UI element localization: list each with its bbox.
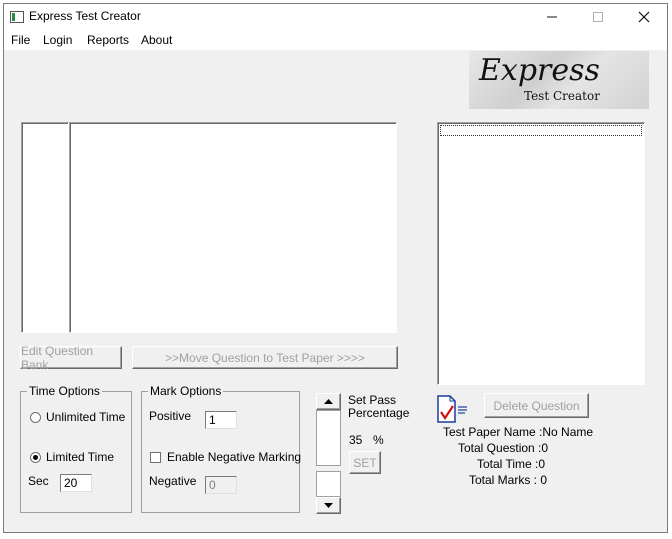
- test-paper-name: Test Paper Name :No Name: [443, 425, 594, 439]
- logo-subtitle: Test Creator: [524, 89, 600, 103]
- mark-options-legend: Mark Options: [148, 384, 224, 398]
- minimize-icon: [547, 16, 557, 18]
- close-icon: [638, 11, 650, 23]
- menu-reports[interactable]: Reports: [87, 33, 129, 47]
- positive-input[interactable]: 1: [205, 411, 237, 429]
- minimize-button[interactable]: [529, 4, 575, 30]
- positive-label: Positive: [149, 409, 192, 423]
- negative-input[interactable]: 0: [205, 476, 237, 494]
- limited-time-radio[interactable]: [30, 452, 41, 463]
- delete-question-button[interactable]: Delete Question: [484, 393, 589, 418]
- percent-symbol: %: [373, 433, 384, 447]
- set-button[interactable]: SET: [349, 451, 381, 474]
- logo-title: Express: [479, 53, 600, 88]
- arrow-down-icon: [324, 503, 333, 508]
- scroll-up-button[interactable]: [316, 393, 341, 410]
- test-paper-icon: [436, 395, 468, 423]
- negative-marking-checkbox[interactable]: [150, 452, 161, 463]
- time-options-group: Time Options Unlimited Time Limited Time…: [20, 384, 132, 513]
- app-window: Express Test Creator File Login Reports …: [3, 3, 668, 533]
- move-question-button[interactable]: >>Move Question to Test Paper >>>>: [132, 346, 398, 369]
- negative-label: Negative: [149, 474, 197, 488]
- percentage-label: Percentage: [348, 406, 410, 420]
- app-icon: [10, 11, 24, 23]
- total-time: Total Time :0: [477, 457, 546, 471]
- pass-percentage-scrollbar[interactable]: [316, 393, 341, 514]
- window-title: Express Test Creator: [29, 9, 141, 23]
- negative-marking-label: Enable Negative Marking: [167, 450, 302, 464]
- pass-value: 35: [349, 433, 363, 447]
- close-button[interactable]: [621, 4, 667, 30]
- edit-question-bank-button[interactable]: Edit Question Bank: [20, 344, 122, 372]
- unlimited-time-radio[interactable]: [30, 412, 41, 423]
- total-marks: Total Marks : 0: [469, 473, 548, 487]
- list-focus-row: [440, 125, 642, 136]
- sec-label: Sec: [28, 474, 49, 488]
- question-list[interactable]: [69, 122, 397, 333]
- unlimited-time-label: Unlimited Time: [46, 410, 126, 424]
- menu-file[interactable]: File: [11, 33, 30, 47]
- question-number-list[interactable]: [21, 122, 69, 333]
- set-pass-label: Set Pass: [348, 393, 397, 407]
- document-check-icon: [437, 395, 467, 423]
- menu-login[interactable]: Login: [43, 33, 72, 47]
- maximize-button[interactable]: [575, 4, 621, 30]
- maximize-icon: [593, 12, 603, 22]
- scroll-down-button[interactable]: [316, 497, 341, 514]
- menu-about[interactable]: About: [141, 33, 172, 47]
- test-paper-list[interactable]: [437, 122, 645, 385]
- arrow-up-icon: [324, 399, 333, 404]
- title-bar[interactable]: Express Test Creator: [4, 4, 667, 30]
- mark-options-group: Mark Options Positive 1 Enable Negative …: [141, 384, 302, 513]
- menu-bar: File Login Reports About: [4, 30, 667, 50]
- total-question: Total Question :0: [458, 441, 549, 455]
- limited-time-label: Limited Time: [46, 450, 115, 464]
- time-options-legend: Time Options: [27, 384, 102, 398]
- sec-input[interactable]: 20: [60, 474, 92, 492]
- scroll-thumb[interactable]: [316, 471, 341, 497]
- scroll-track-upper[interactable]: [316, 410, 341, 466]
- express-logo: Express Test Creator: [469, 51, 649, 109]
